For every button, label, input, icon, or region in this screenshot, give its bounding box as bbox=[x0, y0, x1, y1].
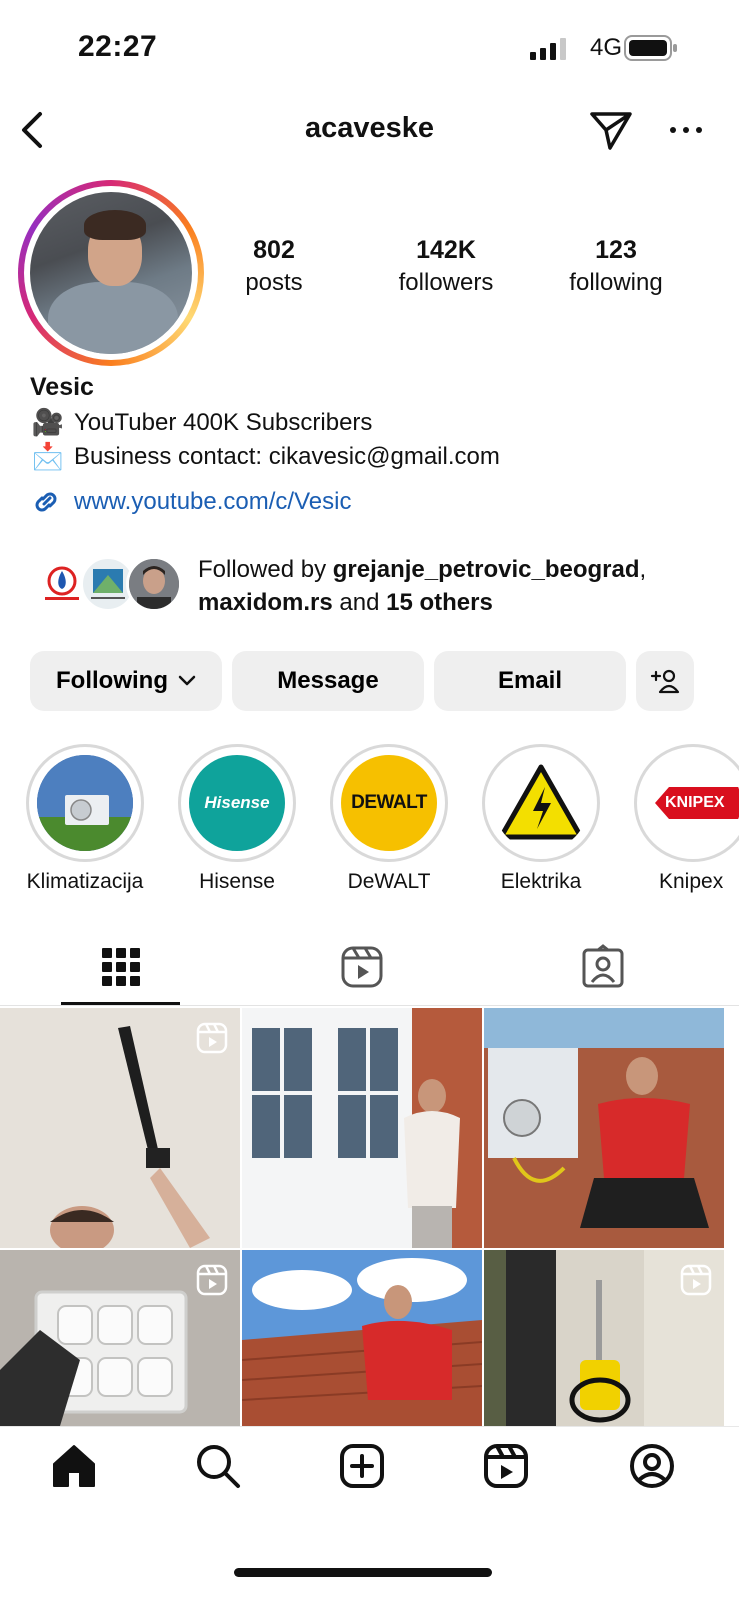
reel-indicator-icon bbox=[196, 1022, 228, 1054]
following-count[interactable]: 123 following bbox=[546, 236, 686, 297]
suggested-users-button[interactable] bbox=[636, 651, 694, 711]
followed-by-text[interactable]: Followed by grejanje_petrovic_beograd, ma… bbox=[198, 553, 718, 619]
highlight-label: Hisense bbox=[199, 870, 275, 893]
reels-icon[interactable] bbox=[339, 944, 385, 990]
mutual-follower-avatar[interactable] bbox=[126, 556, 182, 612]
highlight-label: Elektrika bbox=[500, 870, 582, 893]
highlight-label: DeWALT bbox=[347, 870, 431, 893]
tagged-icon[interactable] bbox=[580, 944, 626, 990]
post-thumbnail[interactable] bbox=[242, 1250, 482, 1426]
following-button[interactable]: Following bbox=[30, 651, 222, 711]
email-button[interactable]: Email bbox=[434, 651, 626, 711]
message-button[interactable]: Message bbox=[232, 651, 424, 711]
search-icon[interactable] bbox=[194, 1442, 242, 1490]
highlight-label: Knipex bbox=[659, 870, 724, 893]
profile-avatar[interactable] bbox=[30, 192, 192, 354]
grid-icon[interactable] bbox=[98, 944, 144, 990]
add-person-icon bbox=[650, 669, 680, 694]
chevron-down-icon bbox=[178, 675, 196, 686]
post-thumbnail[interactable] bbox=[242, 1008, 482, 1248]
status-time: 22:27 bbox=[78, 30, 158, 63]
high-voltage-icon bbox=[498, 764, 584, 840]
highlight-elektrika[interactable] bbox=[482, 744, 600, 862]
network-type: 4G bbox=[590, 34, 623, 61]
link-icon bbox=[35, 492, 57, 512]
home-indicator bbox=[234, 1568, 492, 1577]
bio-line-2: 📩 Business contact: cikavesic@gmail.com bbox=[31, 441, 500, 471]
air-conditioner-icon bbox=[37, 755, 133, 851]
battery-icon bbox=[624, 35, 677, 61]
bio-link[interactable]: www.youtube.com/c/Vesic bbox=[30, 486, 351, 518]
highlight-hisense[interactable]: Hisense bbox=[178, 744, 296, 862]
reels-icon[interactable] bbox=[482, 1442, 530, 1490]
envelope-icon: 📩 bbox=[31, 441, 65, 471]
more-options-icon[interactable] bbox=[668, 116, 704, 144]
highlight-dewalt[interactable]: DEWALT bbox=[330, 744, 448, 862]
new-post-icon[interactable] bbox=[338, 1442, 386, 1490]
movie-camera-icon: 🎥 bbox=[31, 407, 65, 437]
reel-indicator-icon bbox=[196, 1264, 228, 1296]
highlight-label: Klimatizacija bbox=[26, 870, 144, 893]
dewalt-logo: DEWALT bbox=[351, 792, 427, 813]
profile-icon[interactable] bbox=[628, 1442, 676, 1490]
signal-icon bbox=[530, 38, 566, 60]
direct-message-icon[interactable] bbox=[588, 108, 634, 152]
reel-indicator-icon bbox=[680, 1264, 712, 1296]
posts-count[interactable]: 802 posts bbox=[204, 236, 344, 297]
post-thumbnail[interactable] bbox=[484, 1008, 724, 1248]
hisense-logo: Hisense bbox=[204, 793, 270, 812]
home-icon[interactable] bbox=[50, 1442, 98, 1490]
bio-line-1: 🎥 YouTuber 400K Subscribers bbox=[31, 407, 373, 437]
profile-full-name: Vesic bbox=[30, 373, 94, 401]
highlight-klimatizacija[interactable] bbox=[26, 744, 144, 862]
post-thumbnail[interactable] bbox=[0, 1008, 240, 1248]
post-thumbnail[interactable] bbox=[484, 1250, 724, 1426]
highlight-knipex[interactable]: KNIPEX bbox=[634, 744, 739, 862]
knipex-logo: KNIPEX bbox=[665, 794, 725, 811]
followers-count[interactable]: 142K followers bbox=[376, 236, 516, 297]
